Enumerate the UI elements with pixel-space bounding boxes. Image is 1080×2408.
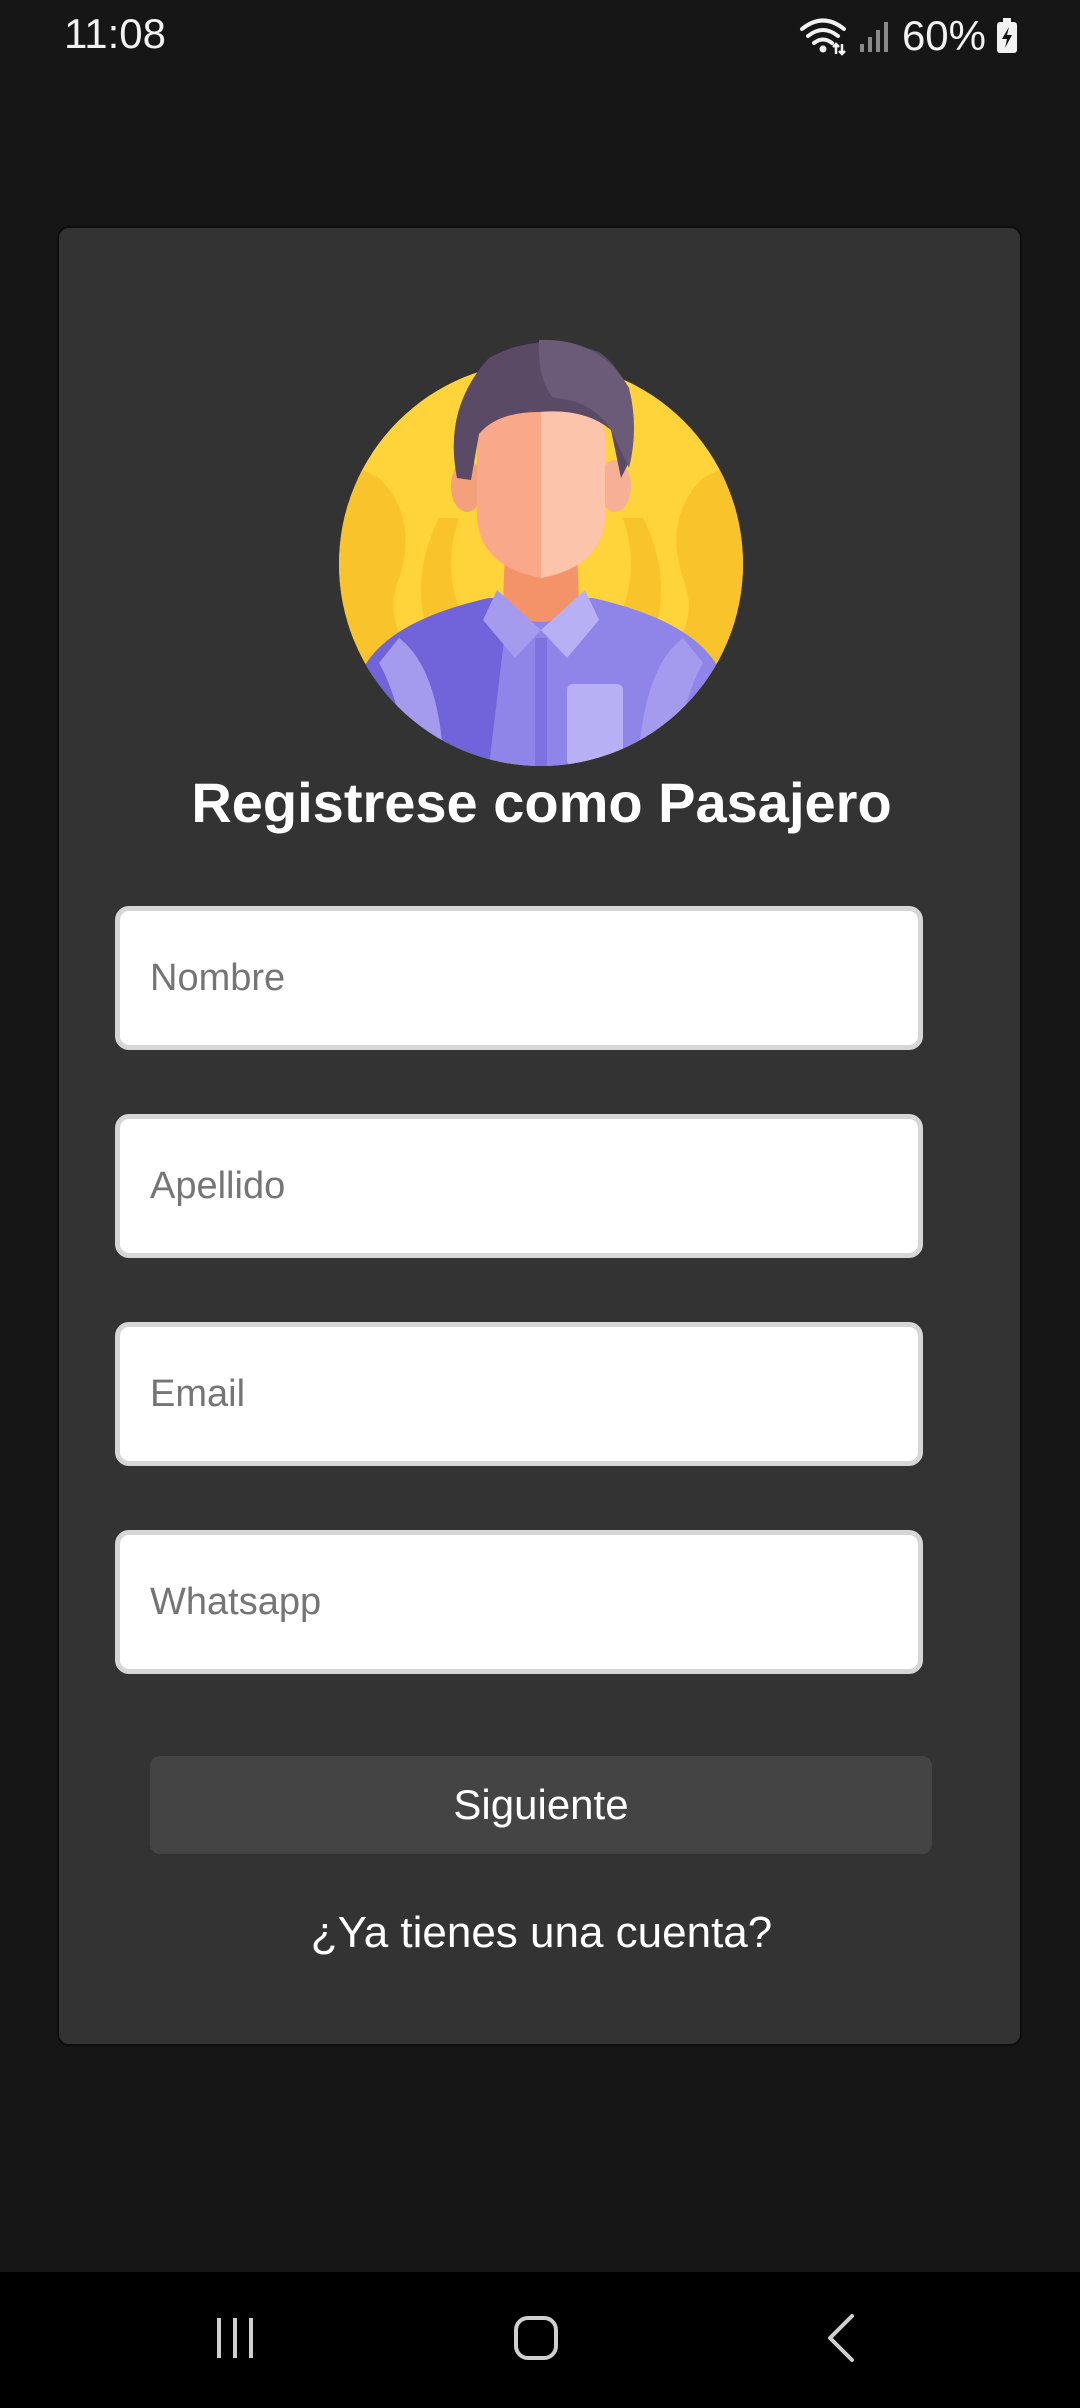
register-card: Registrese como Pasajero Siguiente ¿Ya t… [57, 226, 1022, 2046]
next-button[interactable]: Siguiente [150, 1756, 932, 1854]
home-icon [512, 2314, 560, 2367]
passenger-avatar-icon [339, 338, 743, 766]
back-button[interactable] [780, 2300, 900, 2380]
wifi-icon [798, 16, 848, 56]
recent-apps-icon [211, 2316, 259, 2365]
recent-apps-button[interactable] [175, 2300, 295, 2380]
navigation-bar [0, 2272, 1080, 2408]
status-bar: 11:08 60% [0, 0, 1080, 72]
login-link[interactable]: ¿Ya tienes una cuenta? [59, 1908, 1024, 1958]
status-icons: 60% [798, 12, 1018, 60]
home-button[interactable] [476, 2300, 596, 2380]
battery-charging-icon [996, 18, 1018, 54]
battery-percent: 60% [901, 12, 986, 59]
status-time: 11:08 [64, 10, 166, 57]
page-title: Registrese como Pasajero [191, 771, 892, 834]
screen: 11:08 60% Registrese como Pasajero Nombr… [0, 0, 1080, 2408]
whatsapp-input[interactable] [115, 1530, 923, 1674]
signal-icon [858, 18, 892, 54]
email-input[interactable] [115, 1322, 923, 1466]
back-icon [822, 2312, 858, 2369]
apellido-input[interactable] [115, 1114, 923, 1258]
nombre-input[interactable] [115, 906, 923, 1050]
